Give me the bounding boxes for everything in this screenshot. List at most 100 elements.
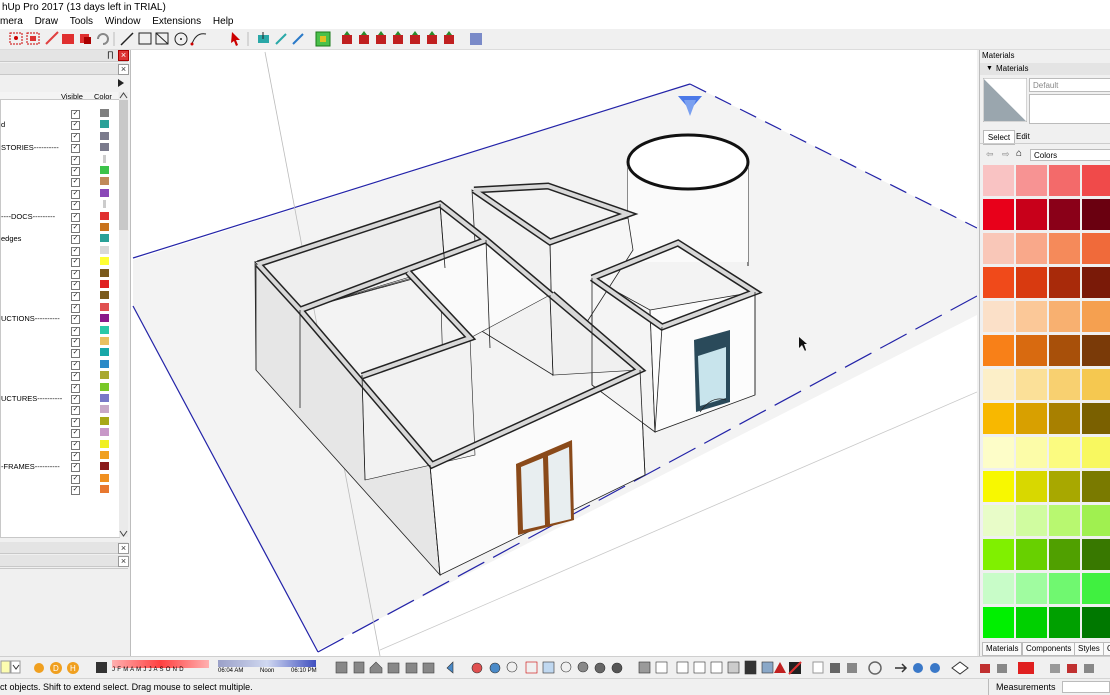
layers-icon[interactable] bbox=[951, 661, 969, 675]
layer-visible-checkbox[interactable]: ✓ bbox=[71, 292, 80, 302]
material-swatch[interactable] bbox=[1049, 199, 1080, 230]
tab-materials[interactable]: Materials bbox=[982, 642, 1023, 656]
material-swatch[interactable] bbox=[983, 233, 1014, 264]
layer-row[interactable]: ----DOCS--------- ✓ bbox=[1, 211, 119, 222]
monochrome-icon[interactable] bbox=[744, 660, 757, 675]
layer-row[interactable]: -FRAMES---------- ✓ bbox=[1, 461, 119, 473]
material-swatch[interactable] bbox=[983, 369, 1014, 400]
collapse-arrow-icon[interactable]: ▼ bbox=[986, 63, 993, 75]
select-tool-icon[interactable] bbox=[9, 32, 23, 45]
layer-visible-checkbox[interactable]: ✓ bbox=[71, 144, 80, 154]
home-icon[interactable]: ⌂ bbox=[1016, 148, 1022, 159]
ext-a-icon[interactable] bbox=[980, 664, 990, 673]
layer-color-swatch[interactable] bbox=[100, 223, 109, 231]
ext-4-icon[interactable] bbox=[393, 31, 403, 44]
material-swatch[interactable] bbox=[1049, 335, 1080, 366]
details-arrow-icon[interactable] bbox=[116, 78, 126, 88]
layer-visible-checkbox[interactable]: ✓ bbox=[71, 315, 80, 325]
material-swatch[interactable] bbox=[983, 335, 1014, 366]
material-swatch[interactable] bbox=[983, 199, 1014, 230]
material-swatch[interactable] bbox=[1082, 607, 1110, 638]
orbit-icon[interactable] bbox=[471, 662, 483, 674]
material-swatch[interactable] bbox=[983, 403, 1014, 434]
layer-color-swatch[interactable] bbox=[100, 143, 109, 152]
component-icon[interactable] bbox=[26, 32, 40, 45]
material-swatch[interactable] bbox=[1082, 471, 1110, 502]
panel-2-close-icon[interactable]: × bbox=[118, 556, 129, 567]
layer-visible-checkbox[interactable]: ✓ bbox=[71, 360, 80, 370]
layer-row[interactable]: ✓ bbox=[1, 302, 119, 313]
layer-visible-checkbox[interactable]: ✓ bbox=[71, 463, 80, 473]
sandbox-icon[interactable] bbox=[315, 31, 331, 47]
material-swatch[interactable] bbox=[1082, 165, 1110, 196]
layer-row[interactable]: ✓ bbox=[1, 427, 119, 439]
zoom-selection-icon[interactable] bbox=[560, 661, 572, 673]
layer-visible-checkbox[interactable]: ✓ bbox=[71, 372, 80, 382]
zoom-extents-icon[interactable] bbox=[542, 661, 555, 674]
scroll-down-icon[interactable] bbox=[119, 530, 128, 537]
layer-color-swatch[interactable] bbox=[100, 234, 109, 243]
layer-visible-checkbox[interactable]: ✓ bbox=[71, 167, 80, 176]
layer-color-swatch[interactable] bbox=[100, 280, 109, 288]
position-camera-icon[interactable] bbox=[577, 661, 589, 673]
top-view-icon[interactable] bbox=[353, 661, 365, 674]
layer-visible-checkbox[interactable]: ✓ bbox=[71, 326, 80, 336]
menu-camera[interactable]: mera bbox=[0, 15, 23, 29]
layer-color-swatch[interactable] bbox=[100, 405, 109, 414]
back-edges-icon[interactable] bbox=[655, 661, 668, 674]
material-swatch[interactable] bbox=[1082, 267, 1110, 298]
layer-row[interactable]: ✓ bbox=[1, 199, 119, 211]
library-dropdown[interactable]: Colors bbox=[1030, 149, 1110, 161]
layer-visible-checkbox[interactable]: ✓ bbox=[71, 110, 80, 119]
paint-bucket-icon[interactable] bbox=[62, 34, 74, 44]
layer-color-swatch[interactable] bbox=[100, 359, 109, 368]
material-name-field[interactable]: Default bbox=[1029, 78, 1110, 92]
drawing-viewport[interactable] bbox=[131, 50, 977, 656]
tab-styles[interactable]: Styles bbox=[1074, 642, 1104, 656]
layer-row[interactable]: ✓ bbox=[1, 336, 119, 347]
layer-visible-checkbox[interactable]: ✓ bbox=[71, 155, 80, 165]
material-swatch[interactable] bbox=[1082, 505, 1110, 536]
model-view[interactable] bbox=[131, 50, 977, 656]
tab-other[interactable]: O bbox=[1103, 642, 1110, 656]
material-swatch[interactable] bbox=[1049, 505, 1080, 536]
layer-visible-checkbox[interactable]: ✓ bbox=[71, 303, 80, 313]
layer-row[interactable]: ✓ bbox=[1, 382, 119, 393]
layer-visible-checkbox[interactable]: ✓ bbox=[71, 486, 80, 496]
layer-visible-checkbox[interactable]: ✓ bbox=[71, 349, 80, 359]
materials-section-header[interactable]: ▼ Materials bbox=[980, 63, 1110, 75]
ext-7-icon[interactable] bbox=[444, 31, 454, 44]
style-icon[interactable] bbox=[761, 661, 774, 674]
ext-8-icon[interactable] bbox=[470, 33, 482, 45]
layer-row[interactable]: STORIES---------- ✓ bbox=[1, 142, 119, 154]
layer-color-swatch[interactable] bbox=[100, 166, 109, 174]
material-swatch[interactable] bbox=[1082, 335, 1110, 366]
globe-icon[interactable] bbox=[930, 663, 940, 673]
eraser-icon[interactable] bbox=[45, 31, 59, 45]
layer-color-swatch[interactable] bbox=[100, 382, 109, 391]
layer-row[interactable]: ✓ bbox=[1, 325, 119, 336]
material-swatch[interactable] bbox=[1016, 335, 1047, 366]
layer-visible-checkbox[interactable]: ✓ bbox=[71, 406, 80, 416]
layer-visible-checkbox[interactable]: ✓ bbox=[71, 212, 80, 222]
shadow-dropdown[interactable] bbox=[0, 657, 30, 679]
section-plane-tool-icon[interactable] bbox=[774, 662, 786, 673]
line-tool-icon[interactable] bbox=[120, 32, 134, 46]
prev-view-icon[interactable] bbox=[446, 661, 454, 674]
layer-color-swatch[interactable] bbox=[100, 188, 109, 197]
layer-color-swatch[interactable] bbox=[100, 325, 109, 334]
layer-color-swatch[interactable] bbox=[100, 451, 109, 459]
layer-color-swatch[interactable] bbox=[100, 337, 109, 345]
refresh-icon[interactable] bbox=[868, 661, 882, 675]
rotated-rect-icon[interactable] bbox=[155, 32, 169, 45]
sun-icon[interactable] bbox=[34, 663, 44, 673]
layer-color-swatch[interactable] bbox=[100, 428, 109, 437]
shaded-icon[interactable] bbox=[710, 661, 723, 674]
zoom-window-icon[interactable] bbox=[525, 661, 538, 674]
material-swatch[interactable] bbox=[1049, 233, 1080, 264]
layer-visible-checkbox[interactable]: ✓ bbox=[71, 246, 80, 256]
menu-tools[interactable]: Tools bbox=[70, 15, 93, 29]
follow-me-icon[interactable] bbox=[292, 33, 304, 45]
layer-row[interactable]: ✓ bbox=[1, 290, 119, 302]
layer-color-swatch[interactable] bbox=[100, 416, 109, 425]
